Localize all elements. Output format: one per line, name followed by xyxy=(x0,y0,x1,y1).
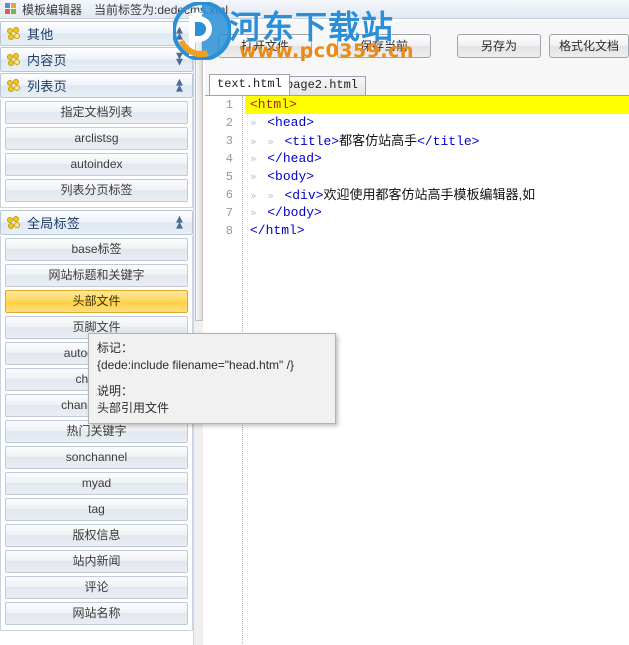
tag-item-comments[interactable]: 评论 xyxy=(5,576,188,599)
line-number: 6 xyxy=(225,188,233,202)
line-content: » <body> xyxy=(250,169,315,184)
sidebar-section-header-content-page[interactable]: 内容页 ▼ ▼ xyxy=(0,47,193,72)
tab-page2-html[interactable]: page2.html xyxy=(278,76,367,95)
sidebar-section-body-global-tags: base标签 网站标题和关键字 头部文件 页脚文件 autochannel ch… xyxy=(0,236,193,631)
line-number: 1 xyxy=(225,98,233,112)
code-line[interactable]: 1 <html> xyxy=(205,96,629,114)
save-current-button[interactable]: 保存当前 xyxy=(337,34,431,58)
tag-item-tag[interactable]: tag xyxy=(5,498,188,521)
tag-item-head-file[interactable]: 头部文件 xyxy=(5,290,188,313)
line-number: 2 xyxy=(225,116,233,130)
code-line[interactable]: 6 » » <div>欢迎使用都客仿站高手模板编辑器,如 xyxy=(205,186,629,204)
tag-item-sonchannel[interactable]: sonchannel xyxy=(5,446,188,469)
save-as-button[interactable]: 另存为 xyxy=(457,34,541,58)
tooltip-spacer xyxy=(97,374,327,383)
current-tag-label: 当前标签为:dedecms.xml xyxy=(94,2,229,17)
line-content: » » <div>欢迎使用都客仿站高手模板编辑器,如 xyxy=(250,187,536,203)
tag-sidebar-content: 其他 ▲ ▲ 内容页 ▼ ▼ 列表页 ▲ ▲ 指定文档列表 arclistsg aut… xyxy=(0,21,193,633)
window-title: 模板编辑器 xyxy=(22,2,83,17)
line-content: » </head> xyxy=(250,151,322,166)
sidebar-section-body-list-page: 指定文档列表 arclistsg autoindex 列表分页标签 xyxy=(0,99,193,208)
format-document-button[interactable]: 格式化文档 xyxy=(549,34,629,58)
tooltip-desc-label: 说明： xyxy=(97,384,134,398)
title-bar: 模板编辑器 当前标签为:dedecms.xml xyxy=(0,0,629,19)
sidebar-section-header-other[interactable]: 其他 ▲ ▲ xyxy=(0,21,193,46)
code-line[interactable]: 5 » <body> xyxy=(205,168,629,186)
code-line[interactable]: 2 » <head> xyxy=(205,114,629,132)
flower-icon xyxy=(7,215,21,230)
tag-item-site-news[interactable]: 站内新闻 xyxy=(5,550,188,573)
tag-item-base[interactable]: base标签 xyxy=(5,238,188,261)
sidebar-section-header-global-tags[interactable]: 全局标签 ▲ ▲ xyxy=(0,210,193,235)
tooltip-mark-value: {dede:include filename="head.htm" /} xyxy=(97,358,294,372)
chevron-down-double-icon[interactable]: ▼ ▼ xyxy=(174,52,185,67)
flower-icon xyxy=(7,26,21,41)
editor-tab-bar: text.html page2.html xyxy=(205,73,629,95)
sidebar-section-label: 全局标签 xyxy=(27,216,81,231)
tag-item-copyright[interactable]: 版权信息 xyxy=(5,524,188,547)
code-line[interactable]: 7 » </body> xyxy=(205,204,629,222)
flower-icon xyxy=(7,52,21,67)
line-content: » » <title>都客仿站高手</title> xyxy=(250,133,480,149)
open-file-button[interactable]: 打开文件 xyxy=(218,34,312,58)
sidebar-section-label: 内容页 xyxy=(27,53,67,68)
tag-item-arclistsg[interactable]: arclistsg xyxy=(5,127,188,150)
sidebar-scrollbar-thumb[interactable] xyxy=(195,21,203,321)
app-grid-icon xyxy=(5,3,17,15)
tooltip-desc-value: 头部引用文件 xyxy=(97,401,170,415)
code-line[interactable]: 4 » </head> xyxy=(205,150,629,168)
code-line[interactable]: 3 » » <title>都客仿站高手</title> xyxy=(205,132,629,150)
line-number: 3 xyxy=(225,134,233,148)
line-content: » <head> xyxy=(250,115,315,130)
chevron-up-double-icon[interactable]: ▲ ▲ xyxy=(174,78,185,93)
tag-item-site-title-keywords[interactable]: 网站标题和关键字 xyxy=(5,264,188,287)
tag-item-list-pagination[interactable]: 列表分页标签 xyxy=(5,179,188,202)
tag-tooltip: 标记： {dede:include filename="head.htm" /}… xyxy=(88,333,336,424)
tag-item-autoindex[interactable]: autoindex xyxy=(5,153,188,176)
line-content: <html> xyxy=(245,96,629,114)
tag-item-site-name[interactable]: 网站名称 xyxy=(5,602,188,625)
code-line[interactable]: 8 </html> xyxy=(205,222,629,240)
sidebar-section-header-list-page[interactable]: 列表页 ▲ ▲ xyxy=(0,73,193,98)
line-number: 5 xyxy=(225,170,233,184)
tab-text-html[interactable]: text.html xyxy=(209,74,290,95)
sidebar-section-label: 列表页 xyxy=(27,79,67,94)
tag-item-myad[interactable]: myad xyxy=(5,472,188,495)
tag-item-specified-doc-list[interactable]: 指定文档列表 xyxy=(5,101,188,124)
line-number: 7 xyxy=(225,206,233,220)
chevron-up-double-icon[interactable]: ▲ ▲ xyxy=(174,215,185,230)
line-number: 4 xyxy=(225,152,233,166)
line-content: » </body> xyxy=(250,205,322,220)
editor-toolbar: 打开文件 保存当前 另存为 格式化文档 xyxy=(205,21,629,73)
flower-icon xyxy=(7,78,21,93)
chevron-up-double-icon[interactable]: ▲ ▲ xyxy=(174,26,185,41)
tooltip-mark-label: 标记： xyxy=(97,341,134,355)
line-number: 8 xyxy=(225,224,233,238)
sidebar-section-label: 其他 xyxy=(27,27,54,42)
line-content: </html> xyxy=(250,223,305,238)
